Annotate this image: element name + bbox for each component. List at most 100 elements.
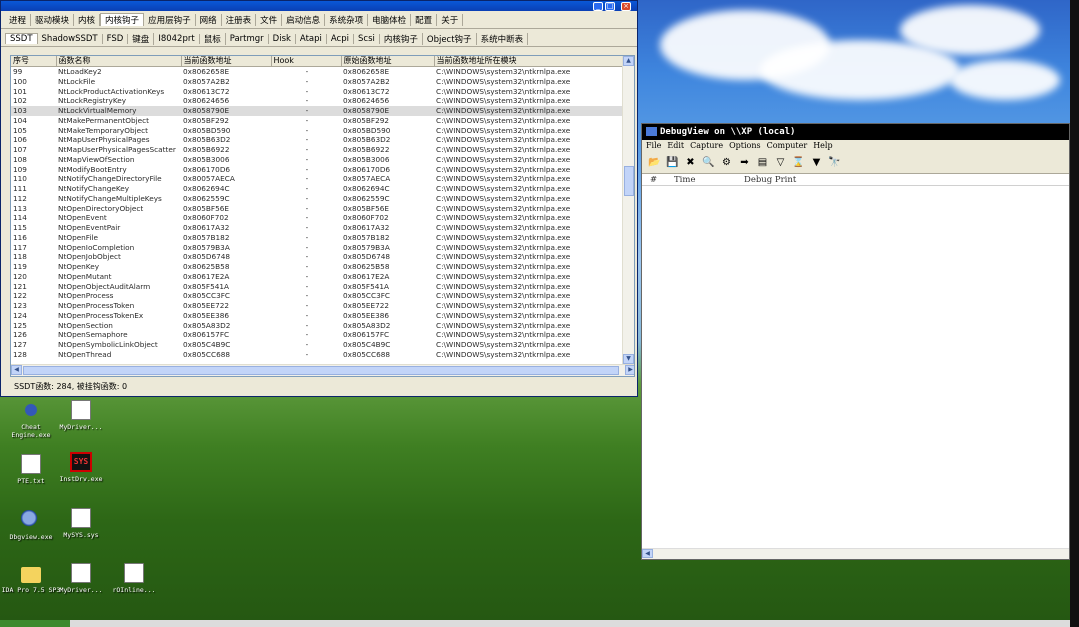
- column-header[interactable]: 当前函数地址所在模块: [434, 56, 623, 67]
- vertical-scrollbar[interactable]: ▲ ▼: [622, 56, 634, 364]
- tab-2[interactable]: 内核: [74, 13, 101, 26]
- table-row[interactable]: 109 NtModifyBootEntry 0x806170D6 - 0x806170D…: [11, 165, 622, 175]
- table-row[interactable]: 120 NtOpenMutant 0x80617E2A - 0x80617E2A C:\W…: [11, 272, 622, 282]
- capture-icon[interactable]: ⚙: [720, 157, 733, 168]
- tab-3[interactable]: 内核钩子: [100, 13, 145, 26]
- table-row[interactable]: 127 NtOpenSymbolicLinkObject 0x805C4B9C - 0x…: [11, 340, 622, 350]
- table-row[interactable]: 116 NtOpenFile 0x8057B182 - 0x8057B182 C:\WIN…: [11, 233, 622, 243]
- tab-9[interactable]: 系统杂项: [325, 13, 369, 26]
- subtab-10[interactable]: Scsi: [354, 33, 380, 44]
- table-row[interactable]: 101 NtLockProductActivationKeys 0x80613C72…: [11, 87, 622, 97]
- history-icon[interactable]: ⌛: [792, 157, 805, 168]
- table-row[interactable]: 126 NtOpenSemaphore 0x806157FC - 0x806157FC C…: [11, 330, 622, 340]
- table-row[interactable]: 111 NtNotifyChangeKey 0x8062694C - 0x8062694…: [11, 184, 622, 194]
- ssdt-list[interactable]: 序号 函数名称 当前函数地址 Hook 原始函数地址 当前函数地址所在模块 99 NtLoa…: [10, 55, 635, 377]
- menu-item-help[interactable]: Help: [813, 141, 832, 150]
- menu-item-computer[interactable]: Computer: [767, 141, 808, 150]
- subtab-2[interactable]: FSD: [103, 33, 129, 44]
- table-row[interactable]: 121 NtOpenObjectAuditAlarm 0x805F541A - 0x80…: [11, 282, 622, 292]
- subtab-3[interactable]: 键盘: [128, 32, 155, 45]
- close-icon[interactable]: ×: [621, 2, 631, 11]
- tab-7[interactable]: 文件: [256, 13, 283, 26]
- subtab-13[interactable]: 系统中断表: [477, 32, 529, 45]
- table-row[interactable]: 110 NtNotifyChangeDirectoryFile 0x80057AEC…: [11, 174, 622, 184]
- table-row[interactable]: 119 NtOpenKey 0x80625B58 - 0x80625B58 C:\WIND…: [11, 262, 622, 272]
- table-row[interactable]: 117 NtOpenIoCompletion 0x80579B3A - 0x80579B…: [11, 243, 622, 253]
- subtab-11[interactable]: 内核钩子: [380, 32, 423, 45]
- tab-4[interactable]: 应用层钩子: [144, 13, 196, 26]
- scroll-down-icon[interactable]: ▼: [623, 354, 634, 364]
- taskbar[interactable]: [0, 620, 70, 627]
- find-icon[interactable]: 🔍: [702, 157, 715, 168]
- tab-6[interactable]: 注册表: [222, 13, 257, 26]
- scroll-right-icon[interactable]: ▶: [625, 365, 634, 375]
- menu-item-edit[interactable]: Edit: [667, 141, 684, 150]
- table-row[interactable]: 107 NtMapUserPhysicalPagesScatter 0x805B69…: [11, 145, 622, 155]
- open-icon[interactable]: 📂: [648, 157, 661, 168]
- autoscroll-icon[interactable]: ▤: [756, 157, 769, 168]
- tab-1[interactable]: 驱动模块: [31, 13, 75, 26]
- column-header[interactable]: 序号: [11, 56, 57, 67]
- maximize-icon[interactable]: □: [605, 2, 615, 11]
- scroll-up-icon[interactable]: ▲: [623, 56, 634, 66]
- subtab-5[interactable]: 鼠标: [200, 32, 226, 45]
- tab-12[interactable]: 关于: [437, 13, 464, 26]
- table-row[interactable]: 123 NtOpenProcessToken 0x805EE722 - 0x805EE7…: [11, 301, 622, 311]
- tab-11[interactable]: 配置: [411, 13, 438, 26]
- table-row[interactable]: 124 NtOpenProcessTokenEx 0x805EE386 - 0x805E…: [11, 311, 622, 321]
- tab-8[interactable]: 启动信息: [282, 13, 326, 26]
- minimize-icon[interactable]: _: [593, 2, 603, 11]
- subtab-4[interactable]: I8042prt: [154, 33, 200, 44]
- menu-item-capture[interactable]: Capture: [690, 141, 723, 150]
- table-row[interactable]: 105 NtMakeTemporaryObject 0x805BD590 - 0x805…: [11, 126, 622, 136]
- table-row[interactable]: 108 NtMapViewOfSection 0x805B3006 - 0x805B30…: [11, 155, 622, 165]
- subtab-9[interactable]: Acpi: [327, 33, 354, 44]
- table-row[interactable]: 113 NtOpenDirectoryObject 0x805BF56E - 0x805…: [11, 204, 622, 214]
- subtab-6[interactable]: Partmgr: [226, 33, 269, 44]
- table-row[interactable]: 112 NtNotifyChangeMultipleKeys 0x8062559C -…: [11, 194, 622, 204]
- subtab-1[interactable]: ShadowSSDT: [38, 33, 103, 44]
- debugview-horizontal-scrollbar[interactable]: ◀: [642, 548, 1069, 559]
- subtab-0[interactable]: SSDT: [5, 33, 38, 44]
- filter-icon[interactable]: ▽: [774, 157, 787, 168]
- table-row[interactable]: 106 NtMapUserPhysicalPages 0x805B63D2 - 0x80…: [11, 135, 622, 145]
- menu-item-file[interactable]: File: [646, 141, 661, 150]
- subtab-12[interactable]: Object钩子: [423, 32, 477, 45]
- desktop-icon-instdrv[interactable]: SYS InstDrv.exe: [50, 452, 112, 483]
- table-row[interactable]: 103 NtLockVirtualMemory 0x8058790E -0x80587…: [11, 106, 622, 116]
- table-row[interactable]: 104 NtMakePermanentObject 0x805BF292 - 0x805…: [11, 116, 622, 126]
- table-row[interactable]: 122 NtOpenProcess 0x805CC3FC - 0x805CC3FC C:\…: [11, 291, 622, 301]
- desktop-icon-r0inline[interactable]: rOInline...: [103, 563, 165, 594]
- subtab-7[interactable]: Disk: [269, 33, 296, 44]
- highlight-icon[interactable]: ▼: [810, 157, 823, 168]
- column-header[interactable]: 函数名称: [56, 56, 182, 67]
- arrow-right-icon[interactable]: ➡: [738, 157, 751, 168]
- desktop-icon-mysys[interactable]: MySYS.sys: [50, 508, 112, 539]
- table-row[interactable]: 102 NtLockRegistryKey 0x80624656 - 0x8062465…: [11, 96, 622, 106]
- title-bar[interactable]: _ □ ×: [1, 1, 637, 11]
- horizontal-scrollbar[interactable]: ◀ ▶: [11, 364, 634, 376]
- table-row[interactable]: 118 NtOpenJobObject 0x805D6748 - 0x805D6748 C…: [11, 252, 622, 262]
- binoculars-icon[interactable]: 🔭: [828, 157, 841, 168]
- table-row[interactable]: 114 NtOpenEvent 0x8060F702 - 0x8060F702 C:\WI…: [11, 213, 622, 223]
- scroll-left-icon[interactable]: ◀: [642, 549, 653, 558]
- table-row[interactable]: 115 NtOpenEventPair 0x80617A32 - 0x80617A32 C…: [11, 223, 622, 233]
- save-icon[interactable]: 💾: [666, 157, 679, 168]
- table-row[interactable]: 100 NtLockFile 0x8057A2B2 - 0x8057A2B2 C:\WIN…: [11, 77, 622, 87]
- scroll-thumb[interactable]: [23, 366, 619, 375]
- debugview-title-bar[interactable]: DebugView on \\XP (local): [642, 124, 1069, 140]
- tab-0[interactable]: 进程: [5, 13, 32, 26]
- clear-icon[interactable]: ✖: [684, 157, 697, 168]
- column-header[interactable]: 当前函数地址: [181, 56, 272, 67]
- tab-5[interactable]: 网络: [196, 13, 222, 26]
- desktop-icon-mydriver[interactable]: MyDriver...: [50, 400, 112, 431]
- subtab-8[interactable]: Atapi: [296, 33, 327, 44]
- menu-item-options[interactable]: Options: [729, 141, 761, 150]
- scroll-thumb[interactable]: [624, 166, 634, 196]
- table-row[interactable]: 125 NtOpenSection 0x805A83D2 - 0x805A83D2 C:\…: [11, 321, 622, 331]
- scroll-left-icon[interactable]: ◀: [11, 365, 22, 375]
- column-header[interactable]: Hook: [271, 56, 342, 67]
- table-row[interactable]: 99 NtLoadKey2 0x8062658E - 0x8062658E C:\WIND…: [11, 67, 622, 77]
- tab-10[interactable]: 电脑体检: [368, 13, 412, 26]
- table-row[interactable]: 128 NtOpenThread 0x805CC688 - 0x805CC688 C:\W…: [11, 350, 622, 360]
